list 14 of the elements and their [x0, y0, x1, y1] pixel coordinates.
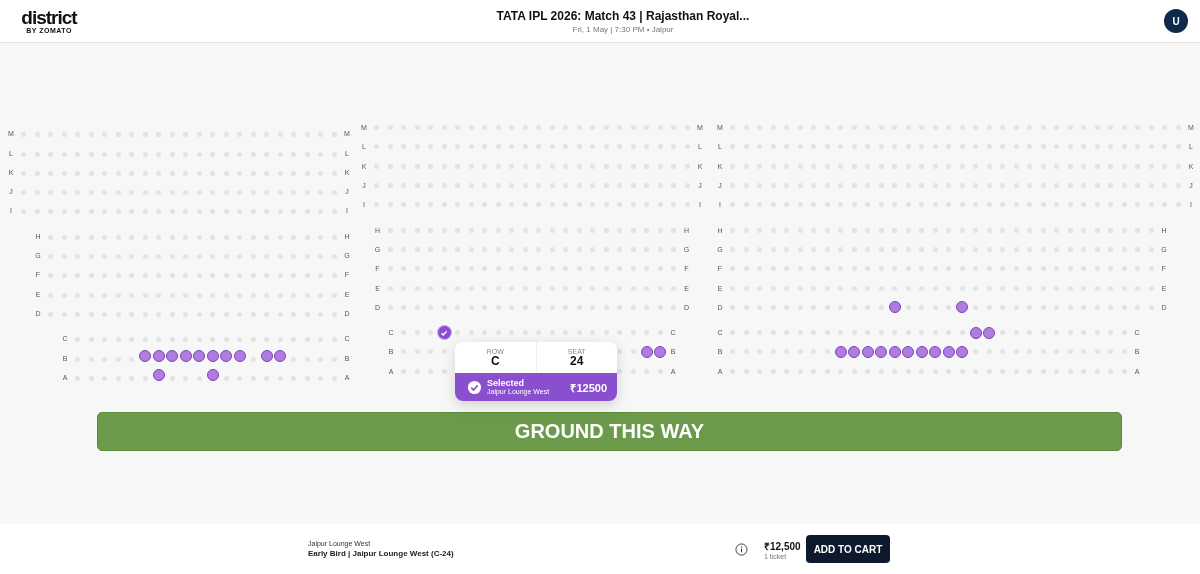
logo[interactable]: district [21, 8, 77, 27]
user-avatar[interactable]: U [1164, 9, 1188, 33]
check-icon [467, 379, 482, 395]
row-value: C [490, 354, 500, 368]
total-price: ₹12,500 [764, 539, 802, 553]
seat-price: ₹12500 [570, 380, 607, 395]
ground-direction-banner: GROUND THIS WAY [97, 411, 1122, 451]
info-icon[interactable] [735, 542, 748, 556]
selected-status: Selected [487, 378, 526, 388]
event-title: TATA IPL 2026: Match 43 | Rajasthan Royal... [496, 8, 750, 23]
ticket-description: Early Bird | Jaipur Lounge West (C-24) [308, 549, 455, 558]
seat-value: 24 [570, 354, 584, 368]
add-to-cart-button[interactable]: ADD TO CART [806, 535, 890, 563]
event-subtitle: Fri, 1 May | 7:30 PM • Jaipur [572, 24, 674, 34]
